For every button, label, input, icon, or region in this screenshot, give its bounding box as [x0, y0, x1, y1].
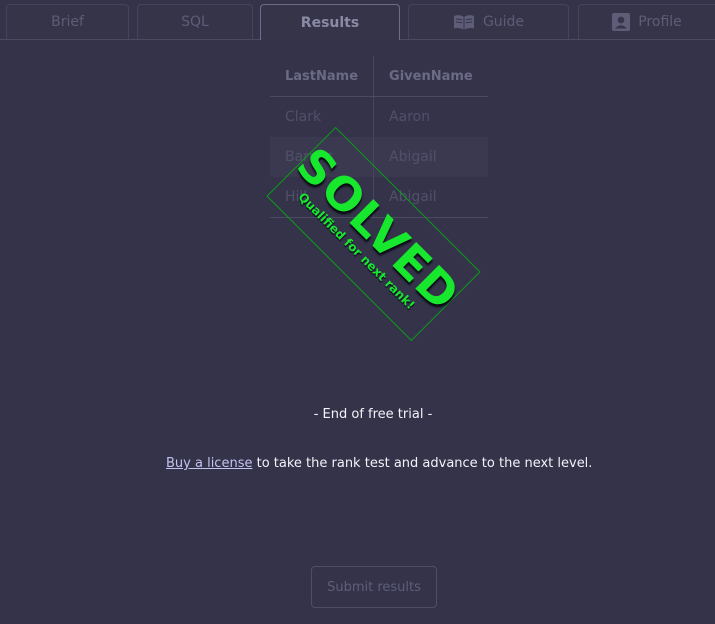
end-of-trial-message: - End of free trial - [313, 407, 433, 422]
table-row: Clark Aaron [270, 96, 488, 137]
tab-brief-label: Brief [51, 14, 84, 30]
tab-guide[interactable]: Guide [408, 4, 569, 39]
tab-brief[interactable]: Brief [6, 4, 129, 39]
buy-license-link[interactable]: Buy a license [166, 456, 252, 471]
tab-sql-label: SQL [181, 14, 209, 30]
tab-profile-label: Profile [638, 14, 682, 30]
tab-divider-left [0, 39, 260, 40]
tab-guide-label: Guide [482, 14, 525, 30]
column-header-givenname: GivenName [373, 56, 488, 97]
table-cell: Abigail [373, 137, 488, 177]
table-cell: Aaron [373, 96, 488, 137]
profile-icon [612, 13, 631, 31]
tab-results-label: Results [300, 14, 360, 31]
results-page: Brief SQL Results Guide Profile LastName… [0, 0, 715, 624]
tab-results[interactable]: Results [260, 4, 400, 40]
column-header-lastname: LastName [270, 56, 374, 97]
tab-sql[interactable]: SQL [137, 4, 253, 39]
tab-bar: Brief SQL Results Guide Profile [0, 0, 715, 40]
book-icon [453, 14, 475, 30]
submit-results-button[interactable]: Submit results [311, 566, 437, 608]
tab-profile[interactable]: Profile [578, 4, 715, 39]
tab-divider-right [400, 39, 715, 40]
table-cell: Clark [285, 109, 322, 125]
table-header-row: LastName GivenName [270, 56, 488, 97]
license-message-text: to take the rank test and advance to the… [252, 456, 593, 471]
license-message: Buy a license to take the rank test and … [166, 456, 592, 471]
